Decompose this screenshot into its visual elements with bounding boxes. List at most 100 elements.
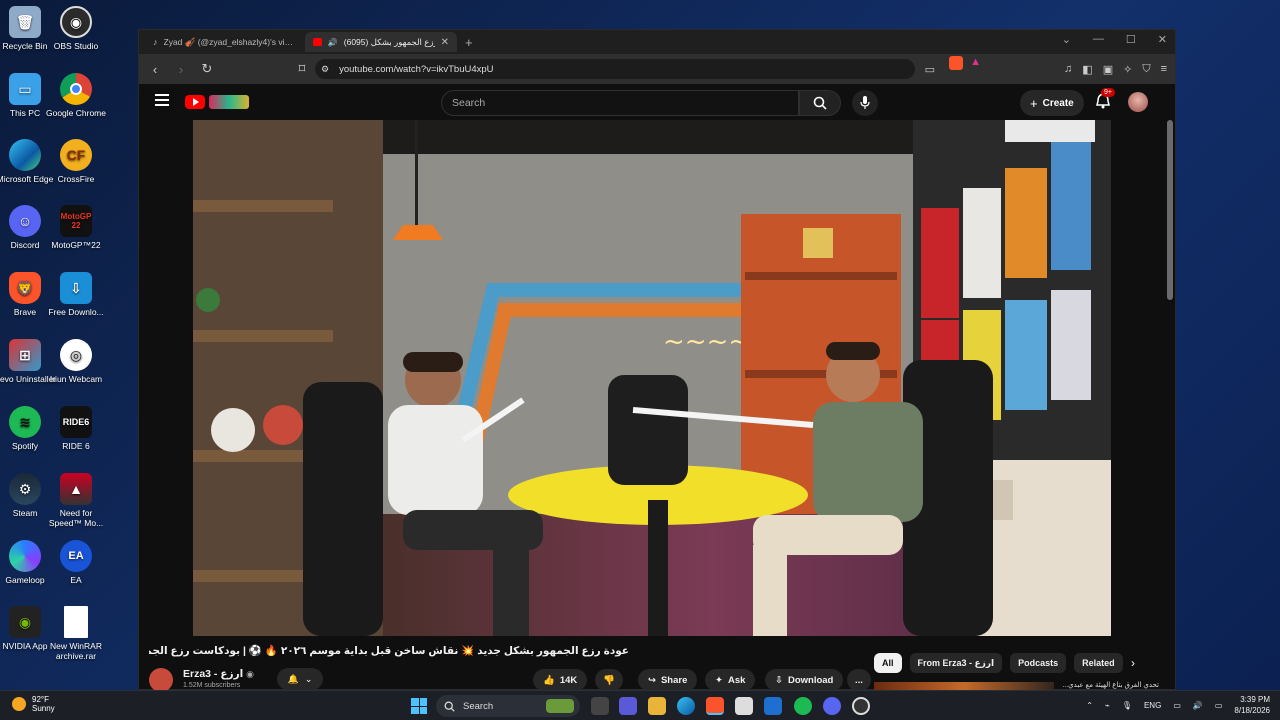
search-button[interactable] [799, 90, 841, 116]
discord-taskbar-icon[interactable] [823, 697, 841, 715]
ride6-icon: RIDE6 [60, 406, 92, 438]
channel-avatar[interactable] [149, 668, 173, 692]
motogp-icon: MotoGP 22 [60, 205, 92, 237]
winrar-archive-shortcut[interactable]: New WinRAR archive.rar [44, 606, 108, 661]
spotify-taskbar-icon[interactable] [794, 697, 812, 715]
store-icon[interactable] [735, 697, 753, 715]
download-button[interactable]: ⇩ Download [765, 669, 844, 691]
share-icon: ↪ [648, 674, 656, 686]
related-video-title[interactable]: تحدي الفرق بتاع الهيئة مع عبدي... [1059, 681, 1159, 689]
tab-zyad-videos[interactable]: ♪ Zyad 🎻 (@zyad_elshazly4)'s videos [145, 32, 305, 52]
revo-icon: ⊞ [9, 339, 41, 371]
youtube-doodle[interactable] [209, 95, 249, 109]
video-player[interactable]: ~~~~ ~~ [193, 120, 1111, 636]
guide-menu-icon[interactable] [155, 94, 169, 109]
brave-taskbar-icon[interactable] [706, 697, 724, 715]
bookmark-icon[interactable]: ⌑ [294, 61, 310, 77]
chrome-icon [60, 73, 92, 105]
mail-icon[interactable] [764, 697, 782, 715]
file-explorer-icon[interactable] [648, 697, 666, 715]
ride6-shortcut[interactable]: RIDE6 RIDE 6 [44, 406, 108, 451]
maximize-button[interactable]: ☐ [1126, 33, 1136, 46]
vpn-icon[interactable]: ⛉ [1142, 63, 1150, 76]
obs-taskbar-icon[interactable] [852, 697, 870, 715]
tab-youtube-video[interactable]: 🔊 عودة رزع الجمهور بشكل (6095) ✕ [305, 32, 457, 52]
chrome-shortcut[interactable]: Google Chrome [44, 73, 108, 118]
reload-button[interactable]: ↻ [199, 61, 215, 77]
webcam-icon: ◎ [60, 339, 92, 371]
page-scrollbar[interactable] [1167, 120, 1173, 300]
iriun-webcam-shortcut[interactable]: ◎ Iriun Webcam [44, 339, 108, 384]
create-button[interactable]: + Create [1020, 90, 1084, 116]
clock[interactable]: 3:39 PM 8/18/2026 [1234, 694, 1270, 716]
site-info-icon[interactable]: ⚙ [321, 64, 329, 75]
crossfire-shortcut[interactable]: CF CrossFire [44, 139, 108, 184]
copilot-icon[interactable] [619, 697, 637, 715]
free-download-manager-shortcut[interactable]: ⇩ Free Downlo... [44, 272, 108, 317]
verified-icon: ◉ [246, 669, 255, 679]
weather-widget[interactable]: 92°F Sunny [12, 695, 55, 713]
video-frame: ~~~~ ~~ [193, 120, 1111, 636]
close-tab-icon[interactable]: ✕ [441, 37, 449, 48]
ask-button[interactable]: ✦ Ask [705, 669, 756, 691]
volume-icon[interactable]: 🔊 [1193, 701, 1203, 710]
chip-related[interactable]: Related [1074, 653, 1123, 673]
crossfire-icon: CF [60, 139, 92, 171]
chip-from-channel[interactable]: From Erza3 - ارزع [909, 653, 1003, 673]
recycle-bin-icon: 🗑 [9, 6, 41, 38]
chevron-up-icon[interactable]: ⌃ [1086, 701, 1093, 710]
more-actions-button[interactable]: ... [847, 669, 871, 691]
extensions-icon[interactable]: ✧ [1123, 63, 1132, 76]
brave-lion-icon: 🦁 [9, 272, 41, 304]
share-button[interactable]: ↪ Share [638, 669, 698, 691]
search-highlight-icon [546, 699, 574, 713]
new-tab-button[interactable]: + [465, 35, 473, 50]
gameloop-icon [9, 540, 41, 572]
chip-podcasts[interactable]: Podcasts [1010, 653, 1067, 673]
task-view-icon[interactable] [591, 697, 609, 715]
obs-studio-shortcut[interactable]: ◉ OBS Studio [44, 6, 108, 51]
sidebar-icon[interactable]: ◧ [1082, 63, 1092, 76]
network-icon[interactable]: ⌁ [1105, 701, 1110, 710]
battery-icon[interactable]: ▭ [1215, 701, 1223, 710]
mic-tray-icon[interactable]: 🎙 [1122, 701, 1132, 710]
wallet-icon[interactable]: ▣ [1103, 63, 1113, 76]
bell-icon: 🔔 [287, 673, 299, 684]
brave-shields-icon[interactable] [949, 55, 963, 70]
steam-icon: ⚙ [9, 473, 41, 505]
media-icon[interactable]: ♫ [1064, 63, 1072, 75]
related-chips: All From Erza3 - ارزع Podcasts Related [874, 652, 1123, 674]
youtube-logo[interactable] [185, 95, 205, 109]
forward-button[interactable]: › [173, 62, 189, 77]
motogp-shortcut[interactable]: MotoGP 22 MotoGP™22 [44, 205, 108, 250]
address-bar: ‹ › ↻ ⌑ ⚙ youtube.com/watch?v=ikvTbuU4xp… [139, 54, 1175, 84]
brave-rewards-icon[interactable]: ▲ [970, 56, 981, 68]
taskbar-search[interactable]: Search [436, 695, 580, 717]
tiktok-icon: ♪ [153, 37, 158, 47]
display-icon[interactable]: ▭ [1173, 701, 1181, 710]
subscribed-bell-button[interactable]: 🔔 ⌄ [277, 668, 323, 690]
nfs-shortcut[interactable]: ▲ Need for Speed™ Mo... [44, 473, 108, 528]
avatar[interactable] [1128, 92, 1148, 112]
dislike-button[interactable]: 👎 [595, 669, 623, 691]
back-button[interactable]: ‹ [147, 62, 163, 77]
language-indicator[interactable]: ENG [1144, 701, 1161, 710]
cast-icon[interactable]: ▭ [925, 63, 935, 76]
start-button[interactable] [411, 698, 427, 714]
obs-icon: ◉ [60, 6, 92, 38]
like-button[interactable]: 👍 14K [533, 669, 588, 691]
url-field[interactable]: ⚙ youtube.com/watch?v=ikvTbuU4xpU [315, 59, 915, 79]
search-input[interactable]: Search [441, 90, 799, 116]
minimize-button[interactable]: — [1093, 33, 1104, 46]
channel-name[interactable]: Erza3 - ارزع ◉ [183, 668, 254, 680]
voice-search-button[interactable] [852, 90, 878, 116]
chevron-down-icon[interactable]: ⌄ [1062, 33, 1071, 46]
chip-all[interactable]: All [874, 653, 902, 673]
edge-taskbar-icon[interactable] [677, 697, 695, 715]
ea-icon: EA [60, 540, 92, 572]
chevron-right-icon[interactable]: › [1131, 656, 1135, 670]
download-icon: ⇩ [60, 272, 92, 304]
close-window-button[interactable]: ✕ [1158, 33, 1167, 46]
menu-icon[interactable]: ≡ [1161, 63, 1167, 75]
ea-shortcut[interactable]: EA EA [44, 540, 108, 585]
